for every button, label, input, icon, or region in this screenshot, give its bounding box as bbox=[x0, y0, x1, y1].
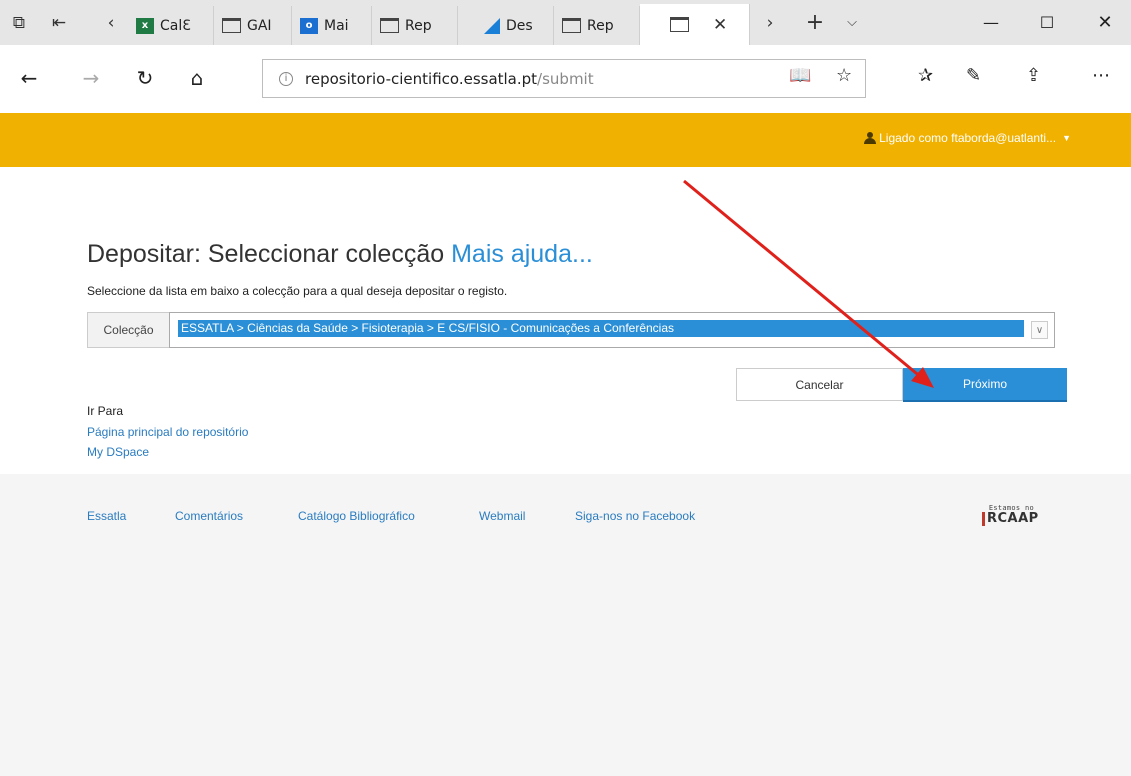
help-link[interactable]: Mais ajuda... bbox=[451, 240, 593, 268]
close-tab-icon[interactable]: ✕ bbox=[713, 15, 727, 35]
page-title-text: Depositar: Seleccionar colecção bbox=[87, 240, 445, 268]
annotation-arrow-line bbox=[683, 179, 923, 380]
tab-label: GAI bbox=[247, 17, 272, 34]
page-icon bbox=[562, 18, 581, 33]
footer-link-essatla[interactable]: Essatla bbox=[87, 509, 126, 523]
tab-label: CalƐ bbox=[160, 17, 191, 34]
tab-preview-chevron-icon[interactable]: ⌵ bbox=[838, 0, 866, 45]
info-icon[interactable]: i bbox=[279, 71, 293, 86]
url-host: repositorio-cientifico.essatla.pt bbox=[305, 69, 538, 88]
window-close-icon[interactable]: ✕ bbox=[1082, 0, 1128, 45]
minimize-icon[interactable]: — bbox=[968, 0, 1014, 45]
tab-dev[interactable]: Des bbox=[458, 6, 554, 45]
user-menu[interactable]: Ligado como ftaborda@uatlanti... ▼ bbox=[864, 131, 1071, 145]
my-dspace-link[interactable]: My DSpace bbox=[87, 445, 149, 459]
page-icon bbox=[670, 17, 689, 32]
tab-active[interactable]: ✕ bbox=[640, 4, 750, 45]
chevron-down-icon: ▼ bbox=[1062, 133, 1071, 143]
browser-tab-strip: ⧉ ⇤ ‹ x CalƐ GAI o Mai Rep Des Rep ✕ › +… bbox=[0, 0, 1131, 45]
share-icon[interactable]: ⇪ bbox=[1026, 65, 1041, 86]
tab-repositorio-1[interactable]: Rep bbox=[372, 6, 458, 45]
favorites-hub-icon[interactable]: ✰ bbox=[918, 65, 933, 86]
url-path: /submit bbox=[537, 69, 594, 88]
page-icon bbox=[380, 18, 399, 33]
user-label: Ligado como ftaborda@uatlanti... bbox=[879, 131, 1057, 145]
page-description: Seleccione da lista em baixo a colecção … bbox=[87, 284, 508, 298]
address-bar[interactable]: i repositorio-cientifico.essatla.pt /sub… bbox=[262, 59, 866, 98]
goto-title: Ir Para bbox=[87, 404, 124, 418]
scroll-tabs-left-icon[interactable]: ‹ bbox=[100, 0, 122, 45]
page-icon bbox=[222, 18, 241, 33]
cancel-button[interactable]: Cancelar bbox=[736, 368, 903, 401]
browser-nav-bar: ← → ↻ ⌂ i repositorio-cientifico.essatla… bbox=[0, 45, 1131, 113]
tab-label: Mai bbox=[324, 17, 349, 34]
site-header-bar: Ligado como ftaborda@uatlanti... ▼ bbox=[0, 113, 1131, 167]
footer-link-facebook[interactable]: Siga-nos no Facebook bbox=[575, 509, 695, 523]
footer-link-comments[interactable]: Comentários bbox=[175, 509, 243, 523]
repository-home-link[interactable]: Página principal do repositório bbox=[87, 425, 248, 439]
tab-label: Des bbox=[506, 17, 533, 34]
more-icon[interactable]: ⋯ bbox=[1092, 65, 1110, 86]
collection-label: Colecção bbox=[87, 312, 169, 348]
collection-selected-value: ESSATLA > Ciências da Saúde > Fisioterap… bbox=[178, 320, 1024, 337]
tab-calendar[interactable]: x CalƐ bbox=[128, 6, 214, 45]
set-tabs-aside-icon[interactable]: ⇤ bbox=[44, 0, 74, 45]
pen-icon[interactable]: ✎ bbox=[966, 65, 981, 86]
tab-gai[interactable]: GAI bbox=[214, 6, 292, 45]
page-title: Depositar: Seleccionar colecção Mais aju… bbox=[87, 240, 593, 269]
tab-mail[interactable]: o Mai bbox=[292, 6, 372, 45]
outlook-icon: o bbox=[300, 17, 318, 34]
refresh-icon[interactable]: ↻ bbox=[130, 63, 160, 93]
tab-label: Rep bbox=[405, 17, 432, 34]
maximize-icon[interactable]: ☐ bbox=[1024, 0, 1070, 45]
footer: Essatla Comentários Catálogo Bibliográfi… bbox=[0, 474, 1131, 776]
forward-arrow-icon[interactable]: → bbox=[76, 63, 106, 93]
home-icon[interactable]: ⌂ bbox=[182, 63, 212, 93]
next-button[interactable]: Próximo bbox=[903, 368, 1067, 402]
collection-field: Colecção ESSATLA > Ciências da Saúde > F… bbox=[87, 312, 1055, 348]
rcaap-logo[interactable]: Estamos no RCAAP bbox=[982, 504, 1038, 538]
favorite-star-icon[interactable]: ☆ bbox=[836, 65, 852, 86]
tab-repositorio-2[interactable]: Rep bbox=[554, 6, 640, 45]
dev-icon bbox=[484, 17, 500, 34]
tab-label: Rep bbox=[587, 17, 614, 34]
footer-link-webmail[interactable]: Webmail bbox=[479, 509, 525, 523]
scroll-tabs-right-icon[interactable]: › bbox=[758, 0, 782, 45]
excel-icon: x bbox=[136, 17, 154, 34]
rcaap-big-text: RCAAP bbox=[982, 512, 1038, 526]
tab-actions-icon[interactable]: ⧉ bbox=[4, 0, 34, 45]
chevron-down-icon[interactable]: ∨ bbox=[1031, 321, 1048, 339]
footer-link-catalog[interactable]: Catálogo Bibliográfico bbox=[298, 509, 415, 523]
new-tab-icon[interactable]: + bbox=[800, 0, 830, 45]
collection-select[interactable]: ESSATLA > Ciências da Saúde > Fisioterap… bbox=[169, 312, 1055, 348]
user-icon bbox=[864, 132, 877, 144]
reading-view-icon[interactable]: 📖 bbox=[789, 65, 811, 86]
back-arrow-icon[interactable]: ← bbox=[14, 63, 44, 93]
